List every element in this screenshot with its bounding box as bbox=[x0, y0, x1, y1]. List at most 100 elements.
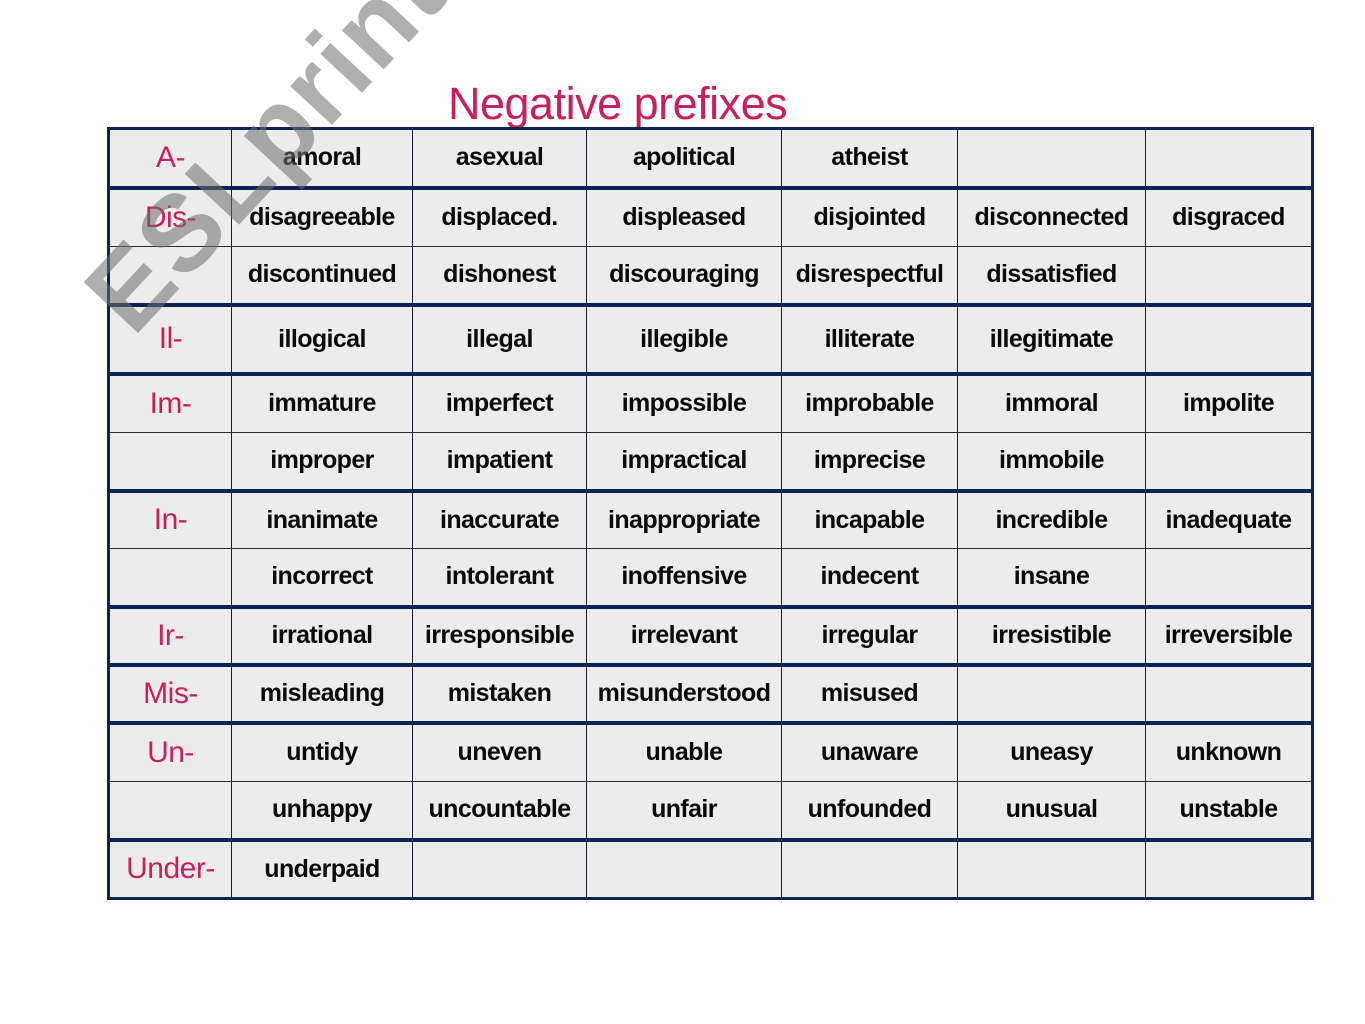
prefix-cell bbox=[108, 548, 232, 607]
word-cell: disagreeable bbox=[231, 185, 413, 247]
word-cell bbox=[957, 837, 1146, 899]
table-row: incorrect intolerant inoffensive indecent in… bbox=[108, 548, 1313, 607]
prefix-cell bbox=[108, 781, 232, 840]
word-cell: incredible bbox=[957, 488, 1146, 549]
table-row: Dis-disagreeable displaced. displeased disj… bbox=[108, 185, 1313, 247]
table-row: improper impatient impractical imprecise imm… bbox=[108, 432, 1313, 491]
table-row: unhappy uncountable unfair unfounded unusual… bbox=[108, 781, 1313, 840]
word-cell: impolite bbox=[1145, 371, 1313, 433]
prefix-table: A-amoral asexual apolitical atheist Dis-disa… bbox=[107, 127, 1314, 900]
word-cell: imprecise bbox=[781, 432, 958, 491]
word-cell: irreversible bbox=[1145, 604, 1313, 665]
word-cell: incapable bbox=[781, 488, 958, 549]
table-row: Mis-misleading mistaken misunderstood misus… bbox=[108, 662, 1313, 723]
word-cell: irregular bbox=[781, 604, 958, 665]
word-cell: inadequate bbox=[1145, 488, 1313, 549]
word-cell: uncountable bbox=[412, 781, 587, 840]
prefix-cell: Un- bbox=[108, 720, 232, 782]
prefix-cell: In- bbox=[108, 488, 232, 549]
word-cell: inappropriate bbox=[586, 488, 782, 549]
word-cell bbox=[1145, 837, 1313, 899]
word-cell: inaccurate bbox=[412, 488, 587, 549]
word-cell: immobile bbox=[957, 432, 1146, 491]
prefix-cell: Il- bbox=[108, 302, 232, 374]
word-cell bbox=[957, 662, 1146, 723]
word-cell: insane bbox=[957, 548, 1146, 607]
word-cell bbox=[781, 837, 958, 899]
word-cell: unfair bbox=[586, 781, 782, 840]
word-cell: imperfect bbox=[412, 371, 587, 433]
prefix-cell: Under- bbox=[108, 837, 232, 899]
word-cell: impatient bbox=[412, 432, 587, 491]
word-cell: misleading bbox=[231, 662, 413, 723]
word-cell: irresponsible bbox=[412, 604, 587, 665]
table-row: discontinued dishonest discouraging disresp… bbox=[108, 246, 1313, 305]
word-cell bbox=[1145, 302, 1313, 374]
prefix-cell: Ir- bbox=[108, 604, 232, 665]
word-cell: dishonest bbox=[412, 246, 587, 305]
table-row: In-inanimate inaccurate inappropriate incap… bbox=[108, 488, 1313, 549]
word-cell: displaced. bbox=[412, 185, 587, 247]
word-cell: atheist bbox=[781, 127, 958, 188]
table-row: Il-illogical illegal illegible illiterate il… bbox=[108, 302, 1313, 374]
word-cell: underpaid bbox=[231, 837, 413, 899]
word-cell: immoral bbox=[957, 371, 1146, 433]
word-cell: intolerant bbox=[412, 548, 587, 607]
prefix-cell: Mis- bbox=[108, 662, 232, 723]
word-cell bbox=[1145, 246, 1313, 305]
word-cell: immature bbox=[231, 371, 413, 433]
word-cell: displeased bbox=[586, 185, 782, 247]
word-cell: mistaken bbox=[412, 662, 587, 723]
word-cell: improbable bbox=[781, 371, 958, 433]
word-cell: unable bbox=[586, 720, 782, 782]
word-cell: indecent bbox=[781, 548, 958, 607]
table-row: A-amoral asexual apolitical atheist bbox=[108, 127, 1313, 188]
prefix-table-body: A-amoral asexual apolitical atheist Dis-disa… bbox=[108, 127, 1313, 899]
prefix-table-container: A-amoral asexual apolitical atheist Dis-disa… bbox=[107, 127, 1314, 900]
word-cell: illegitimate bbox=[957, 302, 1146, 374]
table-row: Ir-irrational irresponsible irrelevant irre… bbox=[108, 604, 1313, 665]
word-cell: disrespectful bbox=[781, 246, 958, 305]
word-cell bbox=[412, 837, 587, 899]
word-cell: irrelevant bbox=[586, 604, 782, 665]
prefix-cell bbox=[108, 246, 232, 305]
table-row: Un-untidy uneven unable unaware uneasy unknow… bbox=[108, 720, 1313, 782]
word-cell: apolitical bbox=[586, 127, 782, 188]
word-cell: discouraging bbox=[586, 246, 782, 305]
word-cell: impossible bbox=[586, 371, 782, 433]
table-row: Im-immature imperfect impossible improbable… bbox=[108, 371, 1313, 433]
word-cell: amoral bbox=[231, 127, 413, 188]
word-cell: unusual bbox=[957, 781, 1146, 840]
word-cell: discontinued bbox=[231, 246, 413, 305]
word-cell bbox=[1145, 127, 1313, 188]
word-cell: incorrect bbox=[231, 548, 413, 607]
word-cell bbox=[1145, 548, 1313, 607]
page-title: Negative prefixes bbox=[448, 78, 788, 130]
word-cell bbox=[1145, 432, 1313, 491]
word-cell bbox=[1145, 662, 1313, 723]
word-cell: disconnected bbox=[957, 185, 1146, 247]
word-cell: impractical bbox=[586, 432, 782, 491]
word-cell: uneasy bbox=[957, 720, 1146, 782]
word-cell: disjointed bbox=[781, 185, 958, 247]
word-cell: unfounded bbox=[781, 781, 958, 840]
word-cell: uneven bbox=[412, 720, 587, 782]
word-cell: unknown bbox=[1145, 720, 1313, 782]
word-cell: dissatisfied bbox=[957, 246, 1146, 305]
prefix-cell: Dis- bbox=[108, 185, 232, 247]
word-cell: disgraced bbox=[1145, 185, 1313, 247]
word-cell: irresistible bbox=[957, 604, 1146, 665]
word-cell: unaware bbox=[781, 720, 958, 782]
word-cell: improper bbox=[231, 432, 413, 491]
word-cell bbox=[586, 837, 782, 899]
word-cell: inoffensive bbox=[586, 548, 782, 607]
table-row: Under-underpaid bbox=[108, 837, 1313, 899]
word-cell: inanimate bbox=[231, 488, 413, 549]
prefix-cell: Im- bbox=[108, 371, 232, 433]
word-cell bbox=[957, 127, 1146, 188]
word-cell: unstable bbox=[1145, 781, 1313, 840]
word-cell: misused bbox=[781, 662, 958, 723]
word-cell: illegal bbox=[412, 302, 587, 374]
word-cell: untidy bbox=[231, 720, 413, 782]
prefix-cell: A- bbox=[108, 127, 232, 188]
